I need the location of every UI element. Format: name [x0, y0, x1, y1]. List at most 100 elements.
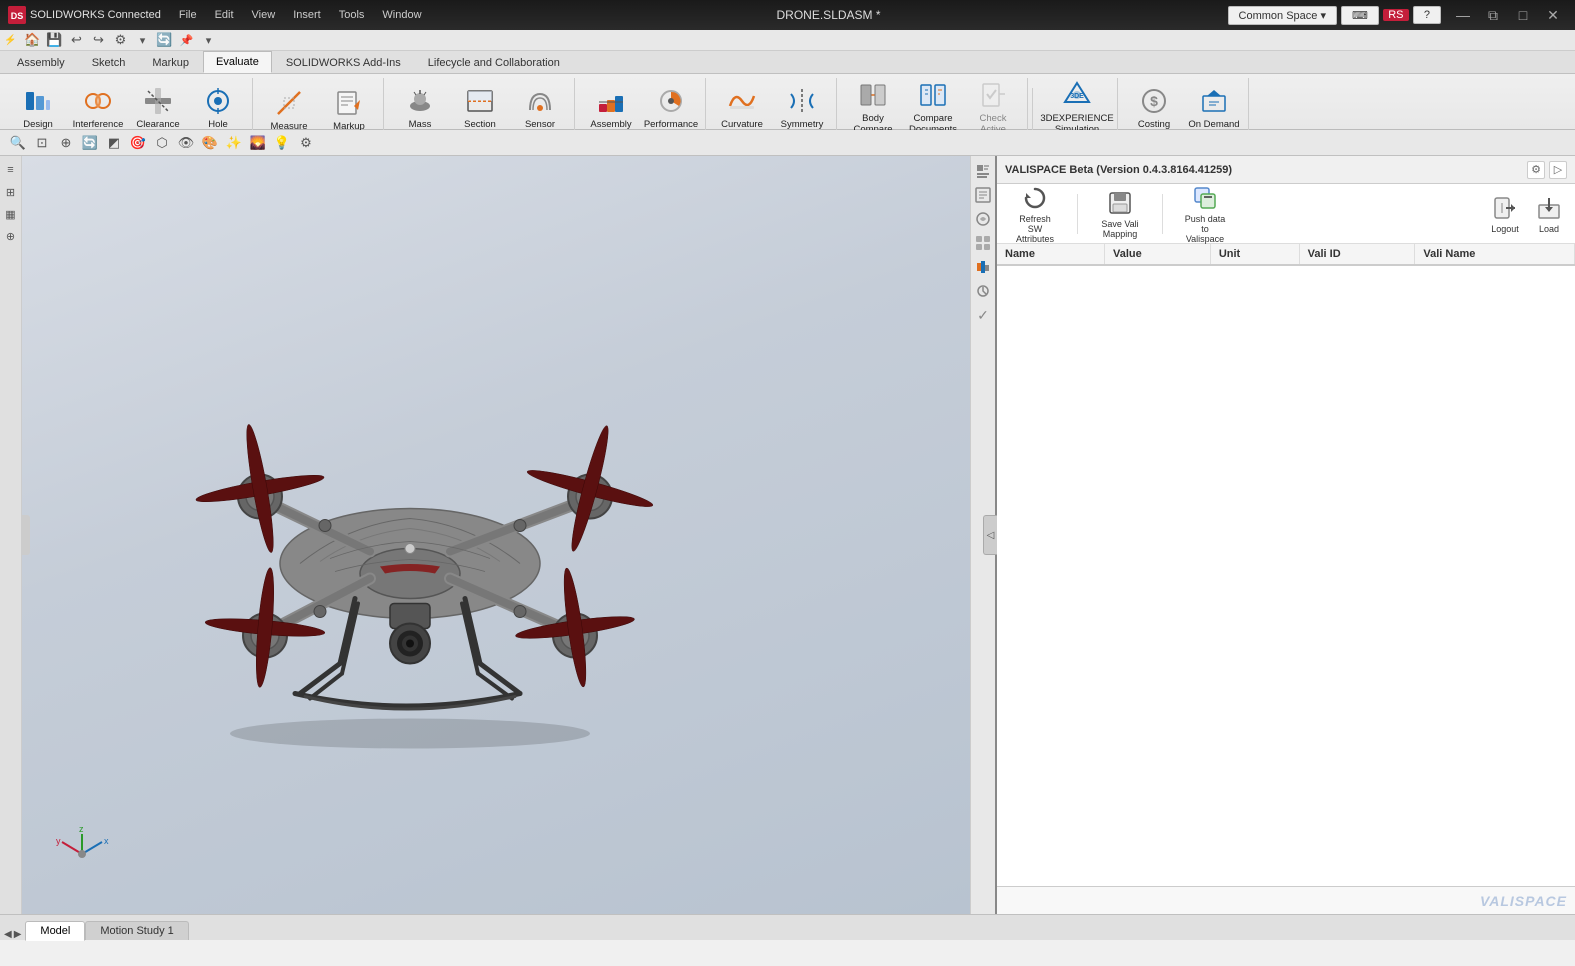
on-demand-manufacturing-icon — [1198, 85, 1230, 117]
curvature-icon — [726, 85, 758, 117]
left-icon-panel: ≡ ⊞ ▦ ⊕ — [0, 156, 22, 914]
config-manager-icon[interactable]: ▦ — [1, 204, 21, 224]
menu-tools[interactable]: Tools — [331, 7, 373, 23]
tab-lifecycle[interactable]: Lifecycle and Collaboration — [415, 52, 573, 73]
load-btn[interactable]: Load — [1531, 190, 1567, 238]
motion-manager-icon[interactable] — [972, 280, 994, 302]
valispace-footer: VALISPACE — [997, 886, 1575, 914]
close-btn[interactable]: ✕ — [1539, 4, 1567, 26]
design-study-icon — [22, 85, 54, 117]
save-mapping-icon — [1106, 189, 1134, 217]
help-btn[interactable]: ? — [1413, 6, 1441, 24]
config-manager-tab-icon[interactable] — [972, 208, 994, 230]
scroll-left-arrow[interactable]: ◀ — [4, 929, 12, 940]
property-manager-icon[interactable]: ⊞ — [1, 182, 21, 202]
viewport: x y z — [22, 156, 970, 914]
qa-pin[interactable]: 📌 — [176, 30, 196, 50]
minimize-btn[interactable]: — — [1449, 4, 1477, 26]
tab-motion-study-1[interactable]: Motion Study 1 — [85, 921, 188, 940]
terminal-btn[interactable]: ⌨ — [1341, 6, 1379, 25]
qa-redo[interactable]: ↪ — [88, 30, 108, 50]
symmetry-check-icon — [786, 85, 818, 117]
lighting-icon[interactable]: 💡 — [272, 133, 292, 153]
menu-window[interactable]: Window — [374, 7, 429, 23]
3dexperience-icon: 3DE — [1061, 79, 1093, 111]
section-view-icon[interactable]: ◩ — [104, 133, 124, 153]
push-data-icon — [1191, 184, 1219, 212]
rotate-view-icon[interactable]: 🔄 — [80, 133, 100, 153]
display-pane-icon[interactable]: ⊕ — [1, 226, 21, 246]
valispace-footer-logo: VALISPACE — [1480, 893, 1567, 909]
qa-home[interactable]: 🏠 — [22, 30, 42, 50]
menu-file[interactable]: File — [171, 7, 205, 23]
qa-rotate[interactable]: 🔄 — [154, 30, 174, 50]
qa-more[interactable]: ▾ — [132, 30, 152, 50]
ribbon-tabs: Assembly Sketch Markup Evaluate SOLIDWOR… — [0, 51, 1575, 74]
zoom-area-icon[interactable]: ⊕ — [56, 133, 76, 153]
simulation-icon[interactable] — [972, 256, 994, 278]
tab-solidworks-addins[interactable]: SOLIDWORKS Add-Ins — [273, 52, 414, 73]
tab-model[interactable]: Model — [25, 921, 85, 941]
zoom-fit-icon[interactable]: ⊡ — [32, 133, 52, 153]
appearance-icon[interactable]: ✨ — [224, 133, 244, 153]
common-space-btn[interactable]: Common Space ▾ — [1228, 6, 1337, 25]
qa-options[interactable]: ⚙ — [110, 30, 130, 50]
clearance-verification-icon — [142, 85, 174, 117]
left-edge-handle[interactable] — [22, 515, 30, 555]
compare-documents-icon — [917, 79, 949, 111]
sensor-icon — [524, 85, 556, 117]
menu-view[interactable]: View — [244, 7, 284, 23]
valispace-panel: ◁ VALISPACE Beta (Version 0.4.3.8164.412… — [995, 156, 1575, 914]
costing-icon: $ — [1138, 85, 1170, 117]
scene-icon[interactable]: 🌄 — [248, 133, 268, 153]
col-name: Name — [997, 244, 1105, 265]
valispace-close-btn[interactable]: ▷ — [1549, 161, 1567, 179]
valispace-settings-btn[interactable]: ⚙ — [1527, 161, 1545, 179]
display-style-icon[interactable]: ⬡ — [152, 133, 172, 153]
display-manager-icon[interactable] — [972, 232, 994, 254]
check-active-document-icon — [977, 79, 1009, 111]
app-logo[interactable]: DS SOLIDWORKS Connected — [8, 6, 161, 24]
hide-icon[interactable]: 👁 — [176, 133, 196, 153]
restore-btn[interactable]: ⧉ — [1479, 4, 1507, 26]
view-orient-icon[interactable]: 🎯 — [128, 133, 148, 153]
quick-access-label: ⚡ — [4, 35, 16, 46]
tab-assembly[interactable]: Assembly — [4, 52, 78, 73]
markup-icon — [333, 87, 365, 119]
title-bar: DS SOLIDWORKS Connected File Edit View I… — [0, 0, 1575, 30]
check-manager-icon[interactable]: ✓ — [972, 304, 994, 326]
user-icon-btn[interactable]: RS — [1383, 9, 1409, 21]
costing-label: Costing — [1138, 119, 1170, 130]
save-vali-mapping-btn[interactable]: Save Vali Mapping — [1090, 185, 1150, 243]
window-controls: — ⧉ □ ✕ — [1449, 4, 1567, 26]
tab-markup[interactable]: Markup — [139, 52, 202, 73]
document-title: DRONE.SLDASM * — [430, 8, 1228, 22]
material-icon[interactable]: 🎨 — [200, 133, 220, 153]
tab-evaluate[interactable]: Evaluate — [203, 51, 272, 73]
measure-icon — [273, 87, 305, 119]
feature-manager-icon[interactable] — [972, 160, 994, 182]
menu-edit[interactable]: Edit — [207, 7, 242, 23]
vali-toolbar-right: Logout Load — [1483, 190, 1567, 238]
view-settings-icon[interactable]: ⚙ — [296, 133, 316, 153]
tab-sketch[interactable]: Sketch — [79, 52, 139, 73]
valispace-window-controls: ⚙ ▷ — [1527, 161, 1567, 179]
feature-tree-icon[interactable]: ≡ — [1, 160, 21, 180]
section-properties-icon — [464, 85, 496, 117]
menu-insert[interactable]: Insert — [285, 7, 329, 23]
qa-save[interactable]: 💾 — [44, 30, 64, 50]
app-name: SOLIDWORKS Connected — [30, 9, 161, 21]
qa-undo[interactable]: ↩ — [66, 30, 86, 50]
search-icon[interactable]: 🔍 — [8, 133, 28, 153]
svg-text:y: y — [56, 836, 61, 846]
ribbon: ⚡ 🏠 💾 ↩ ↪ ⚙ ▾ 🔄 📌 ▾ Assembly Sketch Mark… — [0, 30, 1575, 130]
property-manager-tab-icon[interactable] — [972, 184, 994, 206]
sensor-label: Sensor — [525, 119, 555, 130]
logout-btn[interactable]: Logout — [1483, 190, 1527, 238]
maximize-btn[interactable]: □ — [1509, 4, 1537, 26]
push-data-btn[interactable]: Push data to Valispace — [1175, 180, 1235, 248]
scroll-right-arrow[interactable]: ▶ — [14, 929, 22, 940]
qa-more2[interactable]: ▾ — [198, 30, 218, 50]
panel-collapse-btn[interactable]: ◁ — [983, 515, 997, 555]
refresh-sw-attributes-btn[interactable]: Refresh SW Attributes — [1005, 180, 1065, 248]
